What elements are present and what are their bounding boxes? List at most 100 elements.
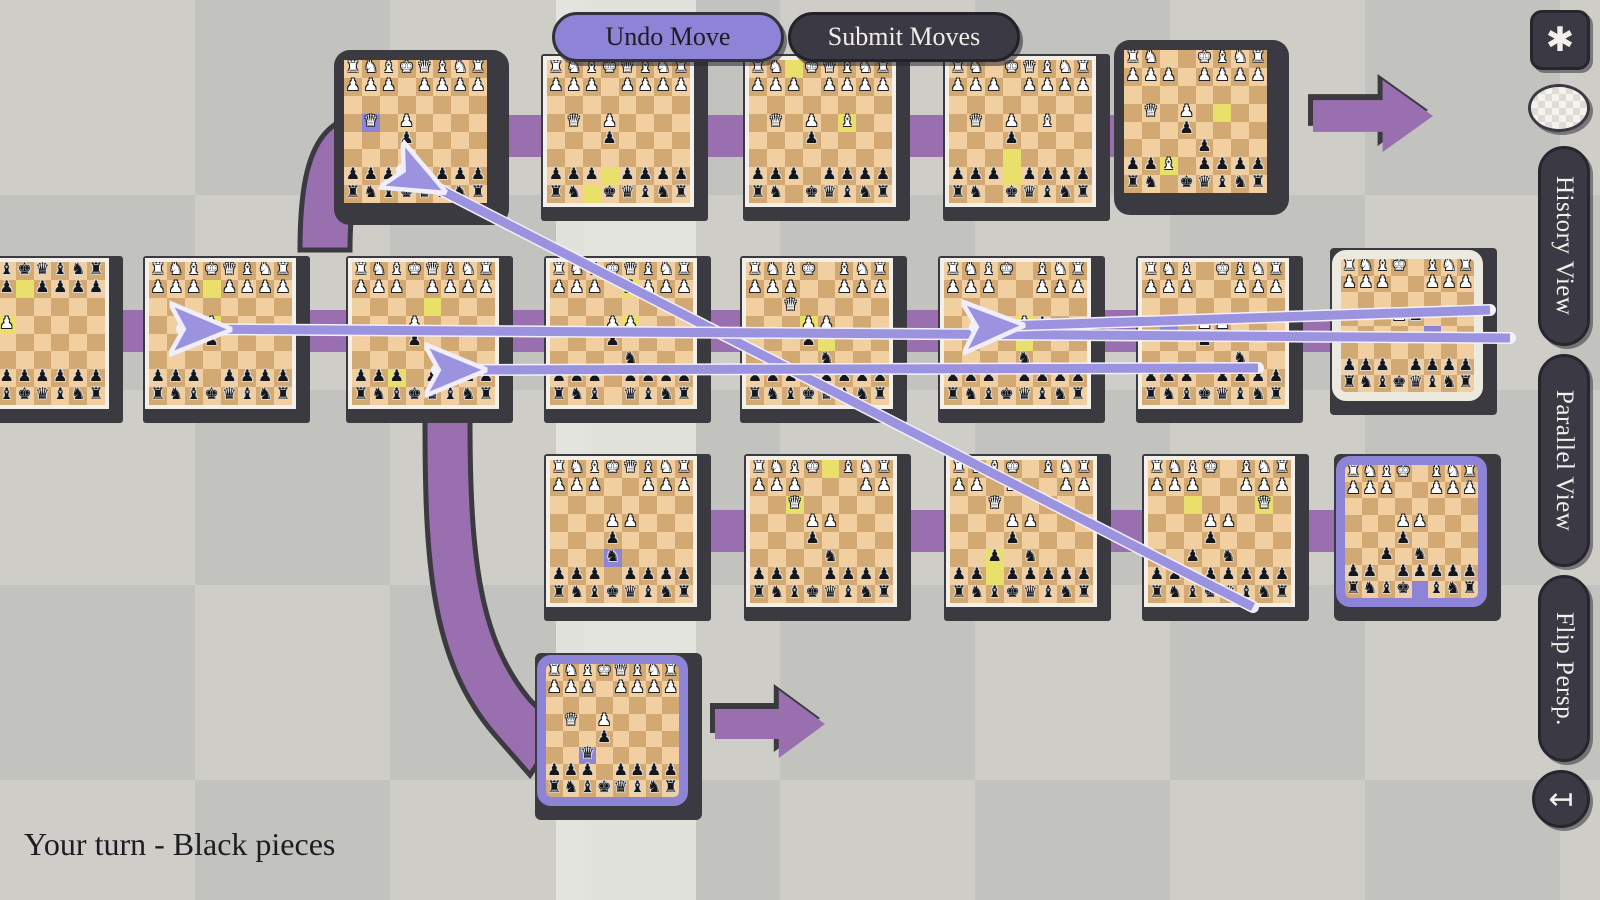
board-square[interactable] [1057, 549, 1075, 567]
board-square[interactable]: ♝ [1428, 581, 1445, 598]
board-square[interactable] [1184, 532, 1202, 550]
chess-piece[interactable]: ♜ [1459, 375, 1473, 391]
chess-piece[interactable]: ♞ [766, 387, 780, 403]
board-square[interactable]: ♞ [857, 585, 875, 603]
board-square[interactable]: ♟ [750, 567, 768, 585]
board-square[interactable] [1124, 86, 1142, 104]
board-square[interactable] [629, 731, 646, 748]
board-square[interactable] [1214, 280, 1232, 298]
board-square[interactable] [1231, 139, 1249, 157]
board-square[interactable] [583, 96, 601, 114]
chess-piece[interactable]: ♛ [623, 262, 637, 278]
board-square[interactable] [1345, 532, 1362, 549]
board-square[interactable] [785, 185, 803, 203]
board-square[interactable]: ♞ [856, 60, 874, 78]
chess-piece[interactable]: ♟ [819, 369, 833, 385]
board-square[interactable] [949, 114, 967, 132]
board-square[interactable]: ♞ [1441, 375, 1458, 392]
chess-piece[interactable]: ♝ [1186, 585, 1200, 601]
board-square[interactable] [1249, 334, 1267, 352]
chess-piece[interactable]: ♟ [364, 167, 378, 183]
chess-piece[interactable]: ♟ [1429, 481, 1443, 497]
chess-piece[interactable]: ♜ [276, 387, 290, 403]
chess-piece[interactable]: ♟ [1342, 275, 1356, 291]
board-square[interactable]: ♜ [871, 262, 889, 280]
board-square[interactable] [662, 697, 679, 714]
chess-piece[interactable]: ♟ [656, 167, 670, 183]
board-square[interactable] [1057, 496, 1075, 514]
chess-piece[interactable]: ♟ [946, 280, 960, 296]
board-square[interactable]: ♞ [1056, 60, 1074, 78]
board-square[interactable] [1441, 326, 1458, 343]
chess-piece[interactable]: ♜ [1346, 464, 1360, 480]
board-square[interactable] [839, 496, 857, 514]
board-square[interactable] [1016, 298, 1034, 316]
chess-piece[interactable]: ♟ [588, 478, 602, 494]
chess-piece[interactable]: ♟ [1076, 78, 1090, 94]
chess-piece[interactable]: ♚ [801, 387, 815, 403]
board-square[interactable] [451, 132, 469, 150]
chess-piece[interactable]: ♟ [0, 316, 14, 332]
chess-piece[interactable]: ♚ [605, 585, 619, 601]
chess-piece[interactable]: ♟ [1396, 531, 1410, 547]
chess-piece[interactable]: ♜ [877, 460, 891, 476]
board-square[interactable]: ♟ [604, 532, 622, 550]
chess-piece[interactable]: ♞ [169, 387, 183, 403]
chess-piece[interactable]: ♞ [1017, 351, 1031, 367]
chess-piece[interactable]: ♟ [461, 280, 475, 296]
board-square[interactable] [622, 532, 640, 550]
board-square[interactable]: ♟ [1341, 276, 1358, 293]
board-square[interactable]: ♟ [1461, 482, 1478, 499]
board-square[interactable]: ♞ [657, 585, 675, 603]
board-square[interactable]: ♛ [424, 262, 442, 280]
chess-piece[interactable]: ♟ [1446, 564, 1460, 580]
board-square[interactable] [1196, 104, 1214, 122]
board-square[interactable]: ♝ [1231, 262, 1249, 280]
chess-piece[interactable]: ♝ [1233, 387, 1247, 403]
board-square[interactable] [949, 96, 967, 114]
chess-piece[interactable]: ♟ [354, 369, 368, 385]
board-square[interactable] [398, 96, 416, 114]
chess-piece[interactable]: ♟ [855, 369, 869, 385]
board-square[interactable]: ♟ [944, 280, 962, 298]
board-square[interactable] [1428, 532, 1445, 549]
board-square[interactable]: ♟ [1021, 78, 1039, 96]
chess-piece[interactable]: ♛ [1221, 585, 1235, 601]
chess-piece[interactable]: ♛ [784, 298, 798, 314]
board-square[interactable]: ♜ [149, 387, 167, 405]
board-square[interactable]: ♟ [352, 369, 370, 387]
board-square[interactable] [185, 298, 203, 316]
chess-piece[interactable]: ♟ [552, 567, 566, 583]
board-square[interactable]: ♟ [167, 280, 185, 298]
board-square[interactable] [1424, 292, 1441, 309]
board-square[interactable]: ♝ [986, 585, 1004, 603]
board-square[interactable]: ♝ [639, 460, 657, 478]
board-square[interactable]: ♜ [1069, 262, 1087, 280]
chess-piece[interactable]: ♜ [549, 185, 563, 201]
board-square[interactable]: ♟ [768, 478, 786, 496]
board-square[interactable]: ♟ [1196, 334, 1214, 352]
chess-piece[interactable]: ♟ [1215, 316, 1229, 332]
chess-piece[interactable]: ♝ [390, 262, 404, 278]
board-square[interactable] [657, 298, 675, 316]
chess-piece[interactable]: ♟ [151, 369, 165, 385]
chess-piece[interactable]: ♝ [837, 262, 851, 278]
board-square[interactable] [1196, 351, 1214, 369]
board-square[interactable]: ♞ [764, 387, 782, 405]
board-square[interactable] [256, 298, 274, 316]
board-square[interactable]: ♞ [1142, 50, 1160, 68]
board-square[interactable] [87, 351, 105, 369]
board-square[interactable]: ♟ [636, 78, 654, 96]
board-square[interactable]: ♜ [1249, 175, 1267, 193]
chess-piece[interactable]: ♜ [1342, 375, 1356, 391]
board-square[interactable]: ♞ [451, 185, 469, 203]
board-square[interactable]: ♜ [547, 60, 565, 78]
chess-piece[interactable]: ♟ [1203, 531, 1217, 547]
board-square[interactable] [546, 697, 563, 714]
board-square[interactable]: ♜ [944, 387, 962, 405]
board-square[interactable] [1178, 86, 1196, 104]
board-square[interactable]: ♝ [782, 262, 800, 280]
board-square[interactable]: ♝ [433, 185, 451, 203]
board-square[interactable]: ♟ [469, 167, 487, 185]
board-square[interactable] [657, 549, 675, 567]
